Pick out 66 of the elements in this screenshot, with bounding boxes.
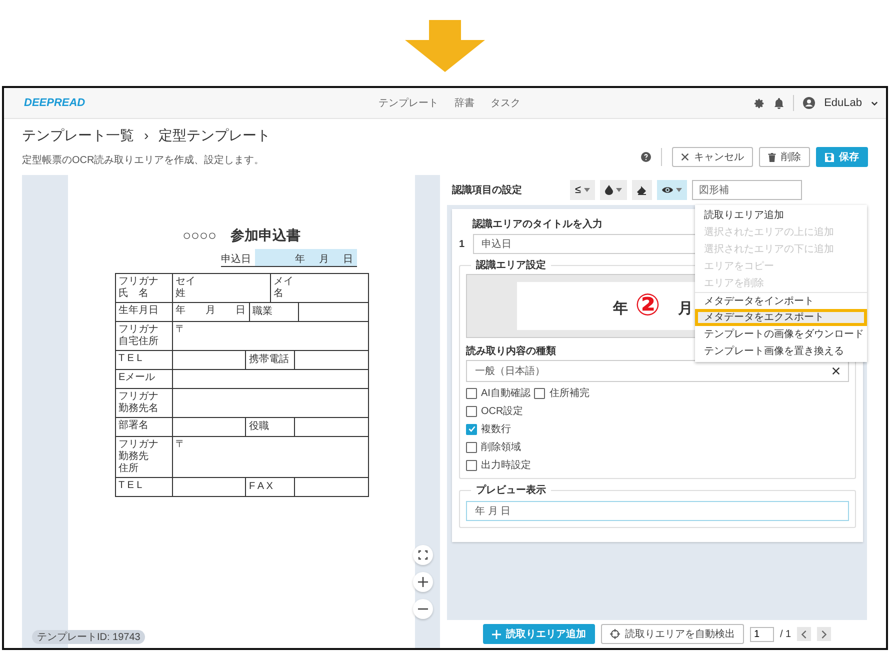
form-label: フリガナ [118,391,160,402]
date-part: 月 [319,253,329,266]
menu-item[interactable]: メタデータをエクスポート [695,309,867,326]
form-field-text: 〒 [176,324,186,336]
group-legend: プレビュー表示 [471,483,551,497]
form-label: 部署名 [118,420,150,432]
checkbox-label: 削除領域 [481,440,521,454]
page-total: / 1 [780,628,792,640]
checkbox-label: AI自動確認 [481,386,530,400]
form-label: 住所 [118,463,140,475]
checkbox-label: OCR設定 [481,404,524,418]
breadcrumb-separator: › [144,127,149,145]
form-field-text: セイ [176,276,196,288]
checkbox-label: 複数行 [481,422,511,436]
form-label: 携帯電話 [249,354,290,366]
form-label: T E L [118,480,144,492]
breadcrumb-item[interactable]: テンプレート一覧 [22,127,134,145]
form-field-text: 姓 [176,288,186,300]
page-input[interactable]: 1 [750,626,774,642]
form-label: フリガナ [118,324,160,336]
form-label: 氏 名 [118,288,150,300]
comparison-tool-button[interactable]: ≤ [570,180,596,200]
area-number: 1 [459,238,465,252]
nav-link[interactable]: タスク [490,96,521,110]
crop-text: 年 [613,299,628,318]
field-label: 読み取り内容の種類 [466,344,556,358]
form-field-text: 〒 [176,439,186,451]
form-field-text: 年 月 日 [176,305,246,317]
form-label: フリガナ [118,276,160,288]
panel-title: 認識項目の設定 [452,183,523,197]
menu-item[interactable]: テンプレートの画像をダウンロード [695,326,867,343]
date-label: 申込日 [221,252,252,266]
auto-detect-button[interactable]: 読取りエリアを自動検出 [600,624,744,644]
form-label: 勤務先 [118,451,150,462]
form-label: 勤務先名 [118,403,160,415]
cancel-button[interactable]: キャンセル [672,147,753,167]
step-number-annotation: ② [635,290,660,322]
shape-select[interactable]: 図形補 [692,180,802,200]
form-field-text: メイ [274,276,294,288]
template-id-badge: テンプレートID: 19743 [32,630,146,644]
form-label: 自宅住所 [118,336,160,348]
form-label: 生年月日 [118,305,160,317]
form-label: フリガナ [118,439,160,450]
document-title: ○○○○ 参加申込書 [182,227,300,245]
form-label: 役職 [249,421,270,433]
delete-button[interactable]: 削除 [759,147,810,167]
page-subtitle: 定型帳票のOCR読み取りエリアを作成、設定します。 [22,154,266,167]
field-label: 認識エリアのタイトルを入力 [472,218,603,231]
group-legend: 認識エリア設定 [471,258,551,272]
user-menu[interactable]: EduLab [824,97,862,109]
nav-link[interactable]: テンプレート [378,96,439,110]
crop-text: 月 [678,299,693,318]
form-label: T E L [118,353,144,365]
menu-item[interactable]: 読取りエリア追加 [695,207,867,224]
form-label: F A X [249,481,274,493]
nav-link[interactable]: 辞書 [454,96,475,110]
date-part: 日 [343,253,353,266]
form-label: 職業 [252,306,274,318]
date-part: 年 [295,253,305,266]
form-label: Eメール [118,372,156,384]
menu-item[interactable]: テンプレート画像を置き換える [695,343,867,360]
checkbox-label: 出力時設定 [481,458,531,472]
preview-field[interactable]: 年 月 日 [466,501,849,521]
breadcrumb-item: 定型テンプレート [158,127,271,145]
form-field-text: 名 [274,288,284,300]
checkbox-label: 住所補完 [549,386,590,400]
